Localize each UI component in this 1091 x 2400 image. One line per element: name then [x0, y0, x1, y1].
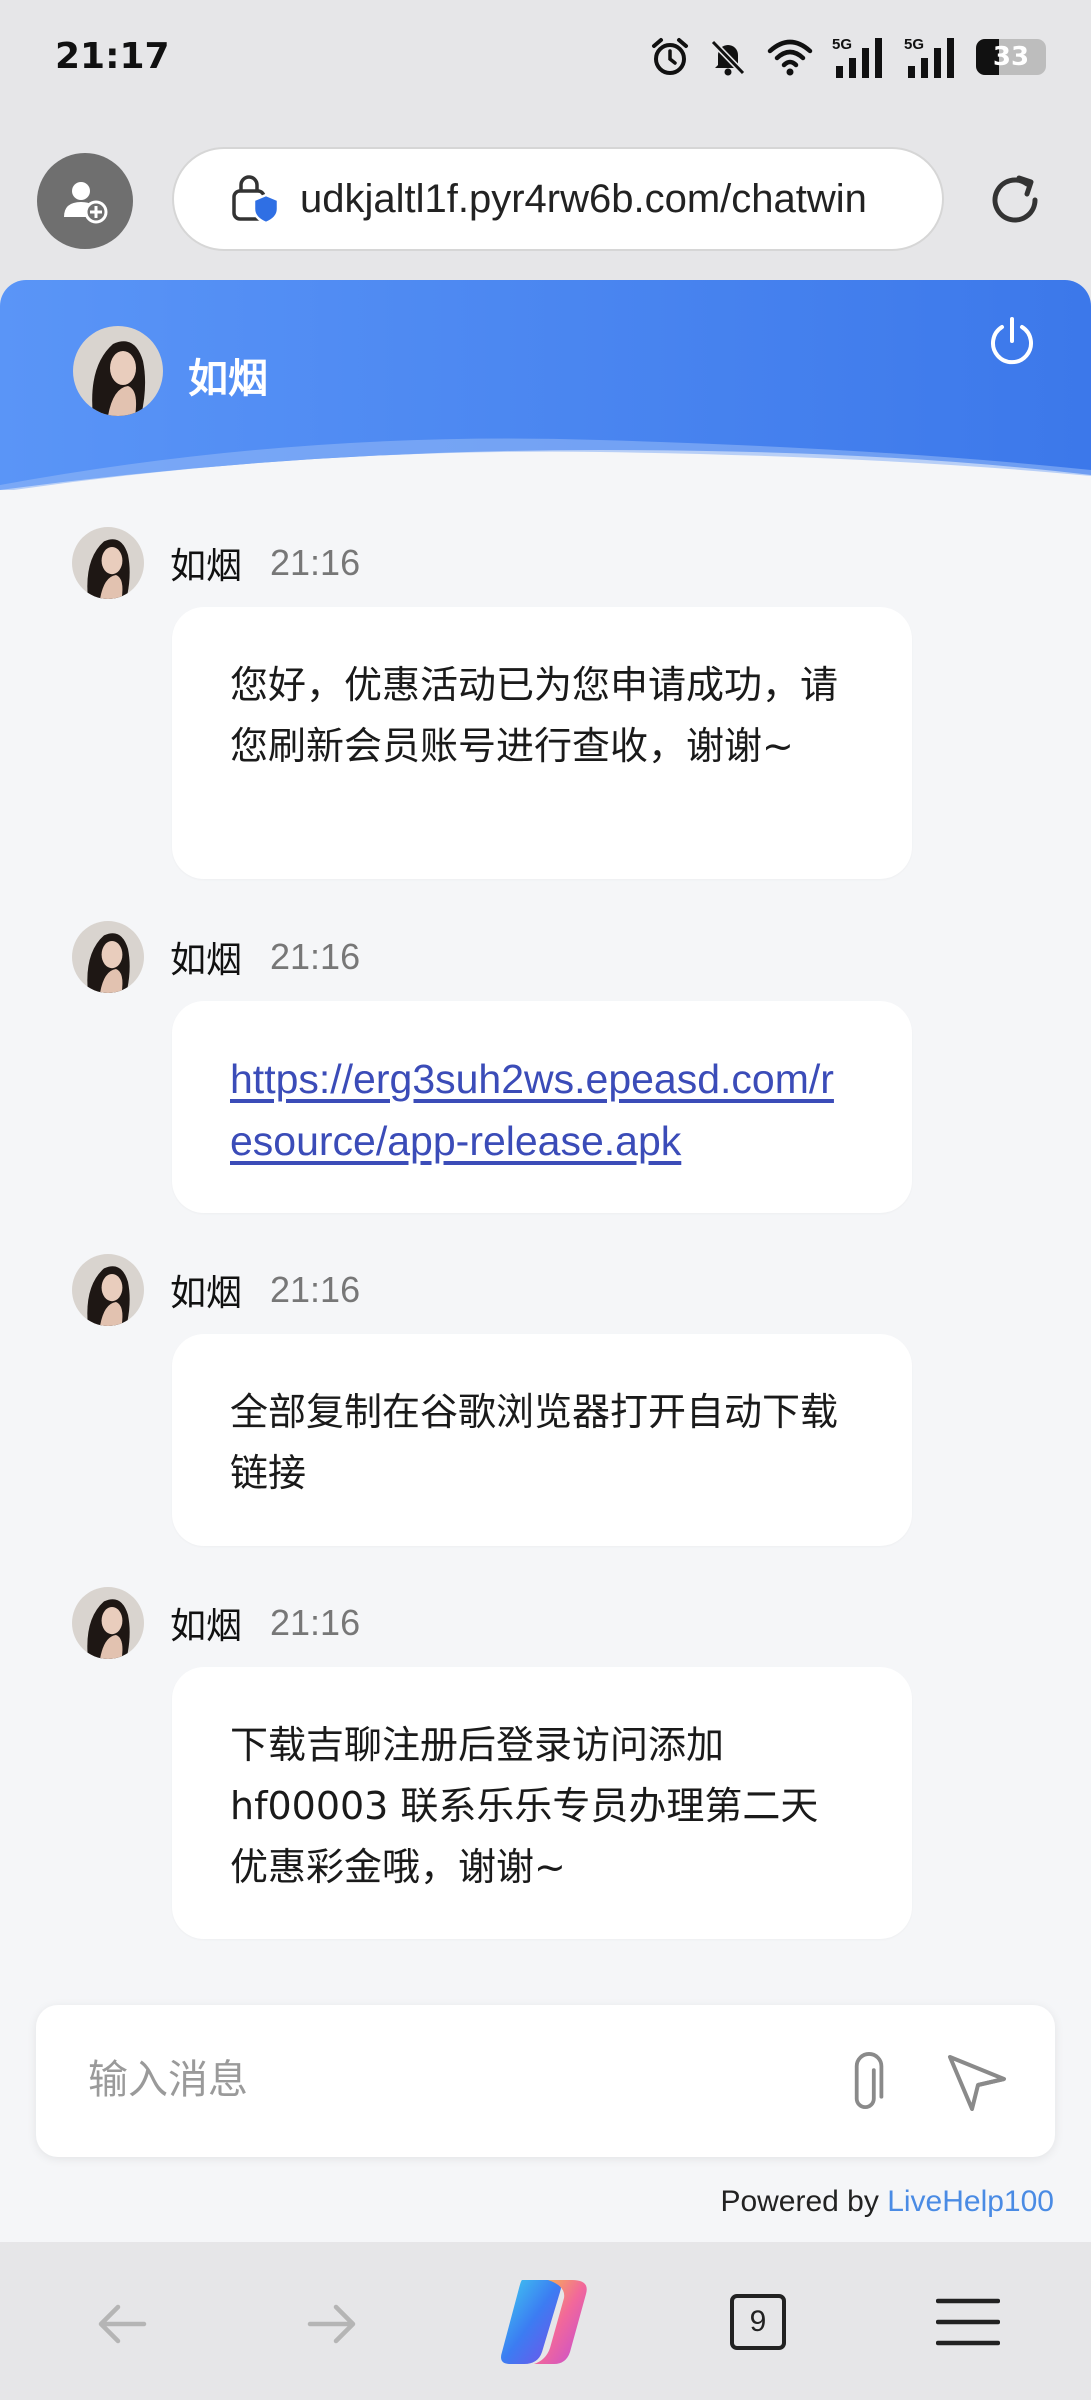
network-label: 5G — [832, 36, 852, 53]
alarm-icon — [652, 38, 688, 75]
signal-5g-icon: 5G — [832, 36, 882, 78]
message-bubble: 全部复制在谷歌浏览器打开自动下载链接 — [172, 1334, 912, 1546]
address-bar[interactable]: udkjaltl1f.pyr4rw6b.com/chatwin — [172, 147, 944, 251]
agent-name: 如烟 — [188, 356, 268, 402]
send-button[interactable] — [944, 2049, 1010, 2115]
copilot-icon — [501, 2280, 587, 2364]
attach-button[interactable] — [836, 2047, 906, 2117]
wifi-icon — [767, 39, 813, 76]
agent-avatar — [73, 326, 163, 416]
profile-add-icon — [64, 182, 108, 224]
powered-by: Powered by LiveHelp100 — [720, 2185, 1054, 2219]
reload-button[interactable] — [985, 170, 1045, 230]
copilot-button[interactable] — [494, 2272, 596, 2376]
profile-button[interactable] — [37, 153, 133, 249]
menu-icon — [935, 2298, 1001, 2346]
chat-header: 如烟 — [0, 280, 1091, 490]
status-time: 21:17 — [55, 36, 170, 77]
avatar — [72, 1254, 144, 1326]
message-bubble: 您好，优惠活动已为您申请成功，请您刷新会员账号进行查收，谢谢~ — [172, 607, 912, 879]
header-background — [0, 280, 1091, 490]
paperclip-icon — [854, 2052, 884, 2110]
avatar — [72, 1587, 144, 1659]
signal-5g-icon: 5G — [904, 36, 954, 78]
message-item: 如烟 21:16 https://erg3suh2ws.epeasd.com/r… — [72, 921, 922, 1213]
powered-brand-link[interactable]: LiveHelp100 — [887, 2185, 1054, 2218]
message-bubble: https://erg3suh2ws.epeasd.com/resource/a… — [172, 1001, 912, 1213]
forward-arrow-icon — [307, 2304, 356, 2344]
mute-bell-icon — [710, 39, 746, 76]
battery-level: 33 — [992, 42, 1030, 72]
tabs-button[interactable]: 9 — [730, 2294, 786, 2350]
chat-window: 如烟 如烟 21:16 您好，优惠活动已为您申请成功，请您刷新会员账号进行查收，… — [0, 280, 1091, 2242]
message-item: 如烟 21:16 全部复制在谷歌浏览器打开自动下载链接 — [72, 1254, 922, 1546]
power-icon — [991, 317, 1033, 365]
message-composer — [36, 2005, 1055, 2157]
sender-name: 如烟 — [170, 1606, 243, 1647]
back-arrow-icon — [98, 2304, 147, 2344]
message-time: 21:16 — [270, 1602, 361, 1643]
message-item: 如烟 21:16 下载吉聊注册后登录访问添加hf00003 联系乐乐专员办理第二… — [72, 1587, 922, 1939]
forward-button[interactable] — [302, 2294, 362, 2358]
message-time: 21:16 — [270, 542, 361, 583]
menu-button[interactable] — [935, 2296, 1001, 2352]
powered-prefix: Powered by — [720, 2185, 888, 2218]
network-label: 5G — [904, 36, 924, 53]
status-bar: 21:17 5G 5G 33 — [0, 0, 1091, 120]
message-item: 如烟 21:16 您好，优惠活动已为您申请成功，请您刷新会员账号进行查收，谢谢~ — [72, 527, 922, 879]
sender-name: 如烟 — [170, 1273, 243, 1314]
battery-icon: 33 — [976, 39, 1046, 75]
reload-icon — [992, 175, 1038, 223]
download-link[interactable]: https://erg3suh2ws.epeasd.com/resource/a… — [230, 1056, 834, 1164]
tab-count: 9 — [749, 2305, 767, 2338]
close-chat-button[interactable] — [985, 315, 1039, 369]
message-bubble: 下载吉聊注册后登录访问添加hf00003 联系乐乐专员办理第二天优惠彩金哦，谢谢… — [172, 1667, 912, 1939]
message-input[interactable] — [88, 2045, 788, 2115]
url-text[interactable]: udkjaltl1f.pyr4rw6b.com/chatwin — [300, 177, 867, 222]
back-button[interactable] — [92, 2294, 152, 2358]
browser-bottom-nav: 9 — [0, 2242, 1091, 2400]
avatar — [72, 921, 144, 993]
send-icon — [948, 2055, 1006, 2111]
sender-name: 如烟 — [170, 940, 243, 981]
status-icons: 5G 5G 33 — [650, 34, 1046, 80]
avatar — [72, 527, 144, 599]
secure-lock-icon — [232, 175, 280, 225]
browser-toolbar: udkjaltl1f.pyr4rw6b.com/chatwin — [0, 120, 1091, 280]
message-time: 21:16 — [270, 936, 361, 977]
message-time: 21:16 — [270, 1269, 361, 1310]
sender-name: 如烟 — [170, 546, 243, 587]
